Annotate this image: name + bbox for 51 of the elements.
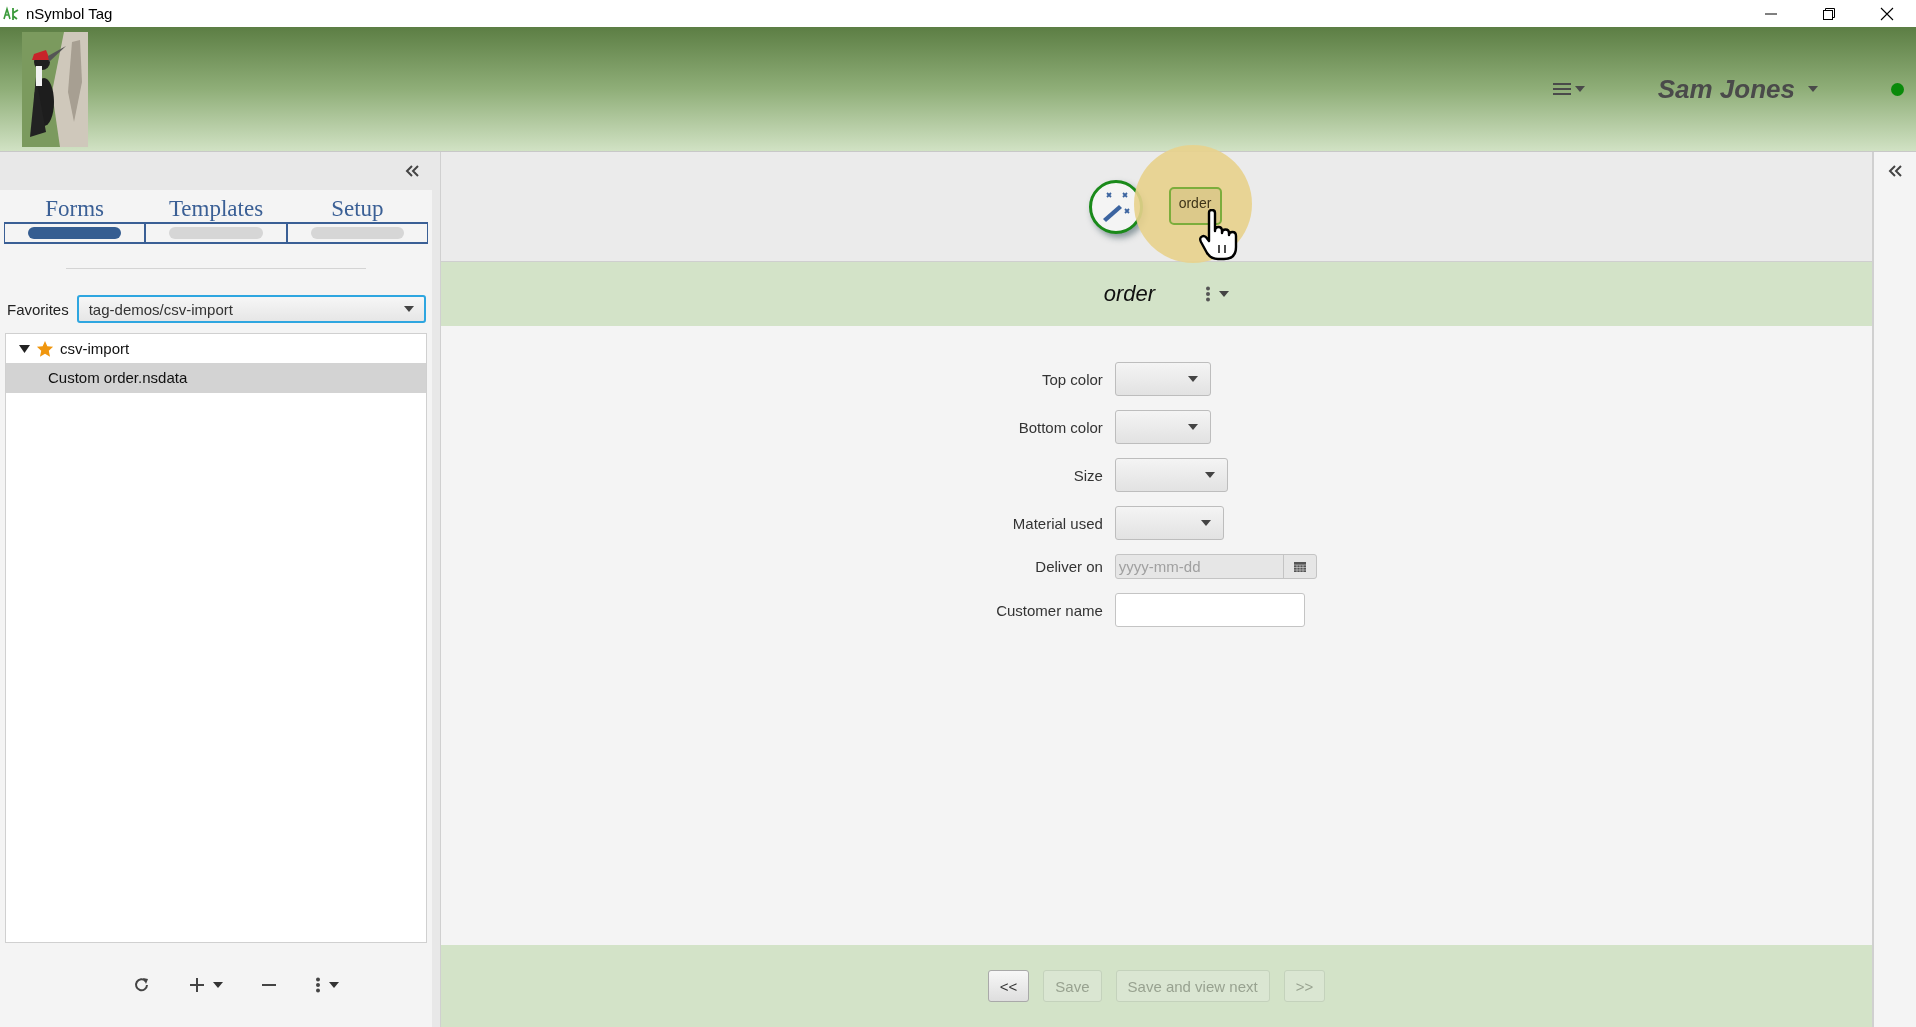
tab[interactable]: Forms: [4, 196, 146, 244]
dropdown-field[interactable]: [1114, 362, 1211, 396]
caret-icon: [1200, 520, 1211, 526]
caret-icon: [329, 982, 339, 988]
caret-icon: [1187, 424, 1198, 430]
calendar-icon: [1293, 561, 1306, 572]
plus-icon: [189, 977, 205, 993]
window-title: nSymbol Tag: [26, 5, 113, 22]
field-label: Customer name: [996, 601, 1103, 619]
menu-button[interactable]: [1551, 81, 1586, 97]
caret-icon: [1573, 85, 1586, 93]
favorites-label: Favorites: [7, 300, 69, 318]
status-dot: [1891, 82, 1904, 96]
tree-item[interactable]: csv-import: [6, 334, 426, 363]
expand-toggle-icon[interactable]: [19, 343, 30, 354]
caret-icon: [1219, 291, 1230, 297]
field-label: Size: [1073, 466, 1103, 484]
hand-cursor-icon: [1198, 208, 1239, 261]
expand-icon[interactable]: [1887, 164, 1903, 178]
dropdown-field[interactable]: [1114, 458, 1228, 492]
close-icon[interactable]: [1880, 6, 1894, 21]
caret-icon: [1187, 376, 1198, 382]
caret-icon: [404, 306, 414, 312]
more-icon: [1205, 286, 1212, 302]
restore-icon[interactable]: [1822, 6, 1836, 21]
add-button[interactable]: [189, 977, 223, 993]
field-label: Material used: [1012, 514, 1103, 532]
form-title: order: [1103, 281, 1156, 307]
dropdown-field[interactable]: [1114, 506, 1224, 540]
dropdown-field[interactable]: [1114, 410, 1211, 444]
caret-icon: [213, 982, 223, 988]
nav-button[interactable]: <<: [987, 970, 1030, 1002]
collapse-icon[interactable]: [404, 164, 420, 178]
caret-icon: [1807, 85, 1819, 93]
field-label: Top color: [1042, 370, 1103, 388]
date-field[interactable]: yyyy-mm-dd: [1114, 554, 1317, 579]
text-field[interactable]: [1114, 593, 1305, 627]
menu-icon: [1551, 81, 1572, 97]
field-label: Deliver on: [1035, 558, 1103, 575]
tab[interactable]: Setup: [286, 196, 428, 244]
more-icon: [315, 977, 321, 993]
favorites-dropdown[interactable]: tag-demos/csv-import: [76, 295, 426, 323]
more-button[interactable]: [315, 977, 339, 993]
date-input[interactable]: yyyy-mm-dd: [1115, 555, 1283, 578]
field-label: Bottom color: [1018, 418, 1103, 436]
tree-item[interactable]: Custom order.nsdata: [6, 363, 426, 393]
tab[interactable]: Templates: [145, 196, 287, 244]
user-menu[interactable]: Sam Jones: [1657, 73, 1819, 105]
refresh-icon[interactable]: [133, 976, 151, 994]
form-menu-button[interactable]: [1205, 286, 1230, 302]
caret-icon: [1204, 472, 1215, 478]
